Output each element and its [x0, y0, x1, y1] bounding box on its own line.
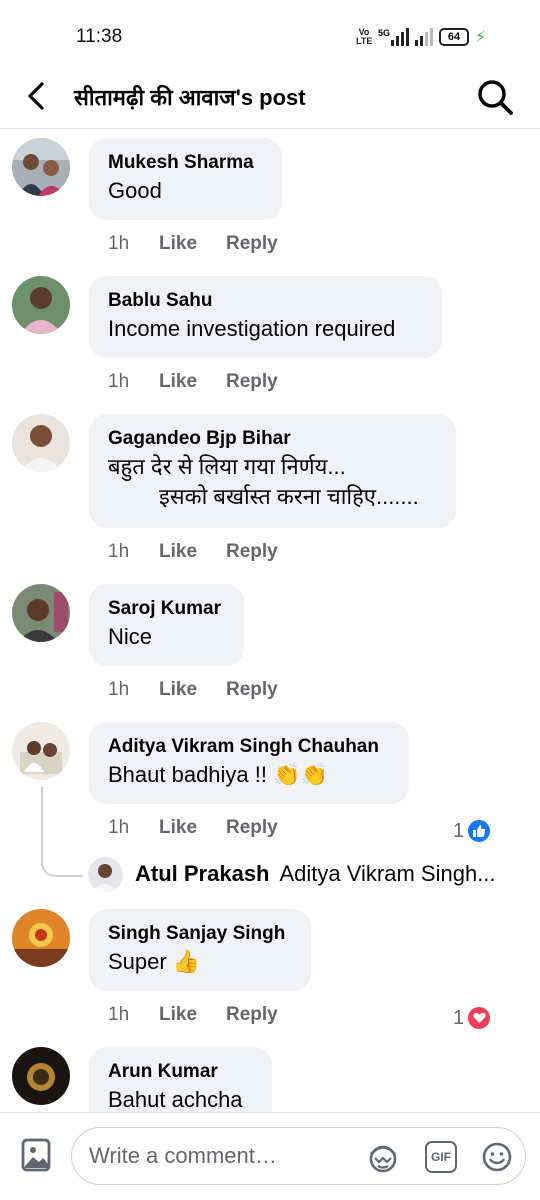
- page-title: सीतामढ़ी की आवाज's post: [74, 85, 306, 110]
- comment-input[interactable]: Write a comment… GIF: [71, 1127, 526, 1185]
- avatar[interactable]: [12, 722, 70, 780]
- reaction-count: 1: [453, 1006, 465, 1029]
- back-button[interactable]: [20, 78, 56, 114]
- comment-actions: 1h Like Reply: [108, 817, 278, 839]
- comment-time: 1h: [108, 541, 130, 562]
- comment-item: Arun Kumar Bahut achcha: [0, 1047, 540, 1112]
- top-bar: सीतामढ़ी की आवाज's post: [0, 70, 540, 129]
- reaction-summary[interactable]: 1: [453, 818, 493, 844]
- like-button[interactable]: Like: [159, 1004, 226, 1026]
- reply-preview[interactable]: Atul Prakash Aditya Vikram Singh...: [88, 856, 496, 892]
- comment-bubble[interactable]: Arun Kumar Bahut achcha: [89, 1047, 272, 1112]
- emoji-button[interactable]: [480, 1140, 514, 1174]
- like-button[interactable]: Like: [159, 371, 226, 393]
- comment-bubble[interactable]: Gagandeo Bjp Bihar बहुत देर से लिया गया …: [89, 414, 456, 528]
- comment-time: 1h: [108, 233, 130, 254]
- commenter-name[interactable]: Arun Kumar: [108, 1059, 253, 1085]
- avatar[interactable]: [12, 138, 70, 196]
- reply-button[interactable]: Reply: [226, 541, 278, 563]
- volte-indicator: Vo LTE: [356, 27, 373, 46]
- comment-text: Nice: [108, 624, 153, 649]
- chevron-left-icon: [28, 82, 44, 110]
- photo-icon: [21, 1138, 51, 1172]
- charging-icon: ⚡: [475, 29, 487, 46]
- status-time: 11:38: [76, 26, 123, 47]
- reaction-summary[interactable]: 1: [453, 1005, 493, 1031]
- comment-bubble[interactable]: Singh Sanjay Singh Super 👍: [89, 909, 311, 991]
- like-button[interactable]: Like: [159, 817, 226, 839]
- comment-text: Good: [108, 178, 162, 203]
- avatar[interactable]: [12, 1047, 70, 1105]
- like-button[interactable]: Like: [159, 233, 226, 255]
- reaction-count: 1: [453, 819, 465, 842]
- reply-text: Aditya Vikram Singh...: [279, 861, 496, 886]
- reply-thread-line: [41, 787, 83, 877]
- avatar[interactable]: [12, 276, 70, 334]
- commenter-name[interactable]: Bablu Sahu: [108, 288, 423, 314]
- comment-text-line-1: बहुत देर से लिया गया निर्णय...: [108, 454, 346, 479]
- comment-actions: 1h Like Reply: [108, 1004, 278, 1026]
- avatar-sticker-button[interactable]: [366, 1140, 400, 1174]
- comment-composer: Write a comment… GIF: [0, 1112, 540, 1200]
- like-button[interactable]: Like: [159, 541, 226, 563]
- comment-text: Super 👍: [108, 949, 201, 974]
- reply-button[interactable]: Reply: [226, 817, 278, 839]
- comment-actions: 1h Like Reply: [108, 679, 278, 701]
- reply-button[interactable]: Reply: [226, 679, 278, 701]
- reply-author-name[interactable]: Atul Prakash: [135, 861, 270, 887]
- signal-label: 5G: [378, 28, 391, 38]
- like-button[interactable]: Like: [159, 679, 226, 701]
- comment-actions: 1h Like Reply: [108, 371, 278, 393]
- avatar[interactable]: [88, 856, 123, 892]
- status-icons: Vo LTE 5G 64 ⚡: [356, 24, 486, 50]
- search-icon: [478, 80, 513, 115]
- comment-text: Bhaut badhiya !! 👏👏: [108, 762, 328, 787]
- like-reaction-icon: [466, 818, 493, 844]
- comment-text: Bahut achcha: [108, 1087, 243, 1112]
- emoji-icon: [482, 1142, 512, 1172]
- commenter-name[interactable]: Saroj Kumar: [108, 596, 225, 622]
- signal-5g-icon: 5G: [378, 28, 410, 46]
- search-button[interactable]: [474, 76, 516, 118]
- gif-button[interactable]: GIF: [425, 1141, 457, 1173]
- love-reaction-icon: [466, 1005, 493, 1031]
- comment-bubble[interactable]: Bablu Sahu Income investigation required: [89, 276, 442, 358]
- reply-button[interactable]: Reply: [226, 233, 278, 255]
- comment-time: 1h: [108, 1004, 130, 1025]
- signal-2-icon: [415, 28, 434, 46]
- comment-input-placeholder: Write a comment…: [89, 1143, 277, 1168]
- commenter-name[interactable]: Mukesh Sharma: [108, 150, 263, 176]
- avatar-face-icon: [369, 1145, 397, 1173]
- comment-actions: 1h Like Reply: [108, 541, 278, 563]
- comment-bubble[interactable]: Saroj Kumar Nice: [89, 584, 244, 666]
- comment-actions: 1h Like Reply: [108, 233, 278, 255]
- commenter-name[interactable]: Singh Sanjay Singh: [108, 921, 292, 947]
- photo-button[interactable]: [20, 1137, 52, 1173]
- reply-button[interactable]: Reply: [226, 1004, 278, 1026]
- avatar[interactable]: [12, 584, 70, 642]
- commenter-name[interactable]: Aditya Vikram Singh Chauhan: [108, 734, 390, 760]
- commenter-name[interactable]: Gagandeo Bjp Bihar: [108, 426, 437, 452]
- avatar[interactable]: [12, 414, 70, 472]
- comment-text: Income investigation required: [108, 316, 396, 341]
- reply-button[interactable]: Reply: [226, 371, 278, 393]
- comment-time: 1h: [108, 817, 130, 838]
- comment-bubble[interactable]: Aditya Vikram Singh Chauhan Bhaut badhiy…: [89, 722, 409, 804]
- avatar[interactable]: [12, 909, 70, 967]
- comment-time: 1h: [108, 679, 130, 700]
- comment-bubble[interactable]: Mukesh Sharma Good: [89, 138, 282, 220]
- comment-text-line-2: इसको बर्खास्त करना चाहिए.......: [159, 484, 419, 509]
- comment-time: 1h: [108, 371, 130, 392]
- status-bar: 11:38 Vo LTE 5G 64 ⚡: [0, 0, 540, 70]
- battery-icon: 64: [439, 28, 470, 46]
